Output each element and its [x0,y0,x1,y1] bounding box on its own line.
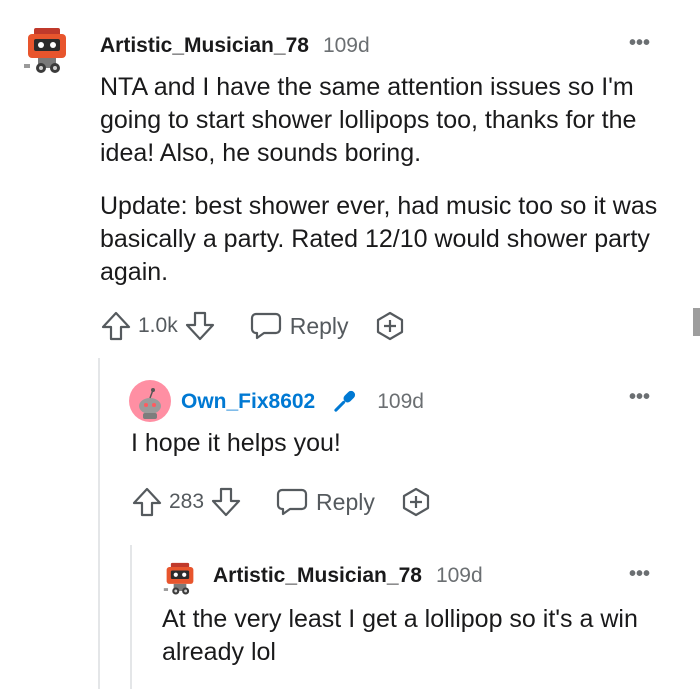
comment-paragraph: NTA and I have the same attention issues… [100,73,637,167]
comment-age: 109d [322,34,370,57]
robot-avatar-icon [24,28,66,73]
comment-body: At the very least I get a lollipop so it… [162,603,662,669]
upvote-arrow-icon[interactable] [100,310,132,342]
comment-paragraph: At the very least I get a lollipop so it… [162,605,638,666]
comment-header: Own_Fix8602 109d [181,387,424,417]
comment-header: Artistic_Musician_78 109d [213,564,483,588]
avatar[interactable] [22,24,72,78]
comment-actions: 1.0k Reply [100,310,405,342]
username[interactable]: Own_Fix8602 [181,390,315,414]
vote-count: 283 [169,490,205,513]
more-options-icon[interactable]: ••• [629,33,650,53]
comment-paragraph: Update: best shower ever, had music too … [100,192,658,286]
reply-label: Reply [316,488,375,515]
comment-thread: Artistic_Musician_78 109d ••• NTA and I … [0,0,700,689]
username[interactable]: Artistic_Musician_78 [100,34,309,58]
thread-line[interactable] [130,545,132,689]
comment-paragraph: I hope it helps you! [131,429,341,457]
more-options-icon[interactable]: ••• [629,387,650,407]
avatar[interactable] [129,380,171,422]
plus-shield-icon [402,487,429,517]
comment-age: 109d [377,390,424,413]
avatar[interactable] [162,560,198,598]
comment-body: I hope it helps you! [131,427,651,460]
thread-line[interactable] [98,358,100,689]
username[interactable]: Artistic_Musician_78 [213,564,422,588]
plus-shield-icon [376,311,403,341]
downvote-arrow-icon[interactable] [184,310,216,342]
comment-age: 109d [435,564,483,587]
reply-button[interactable]: Reply [250,311,349,341]
award-button[interactable] [401,487,431,517]
speech-bubble-icon [250,312,281,340]
upvote-arrow-icon[interactable] [131,486,163,518]
reply-button[interactable]: Reply [276,487,375,517]
comment-actions: 283 Reply [131,486,431,518]
more-options-icon[interactable]: ••• [629,564,650,584]
robot-avatar-icon [163,562,194,595]
vote-count: 1.0k [138,314,178,337]
reply-label: Reply [289,312,349,339]
snoo-avatar-icon [129,380,171,422]
award-button[interactable] [375,311,405,341]
comment-body: NTA and I have the same attention issues… [100,71,670,289]
speech-bubble-icon [276,488,308,516]
comment-header: Artistic_Musician_78 109d [100,34,370,58]
downvote-arrow-icon[interactable] [210,486,242,518]
scrollbar-thumb[interactable] [693,308,700,336]
microphone-icon [334,390,356,412]
